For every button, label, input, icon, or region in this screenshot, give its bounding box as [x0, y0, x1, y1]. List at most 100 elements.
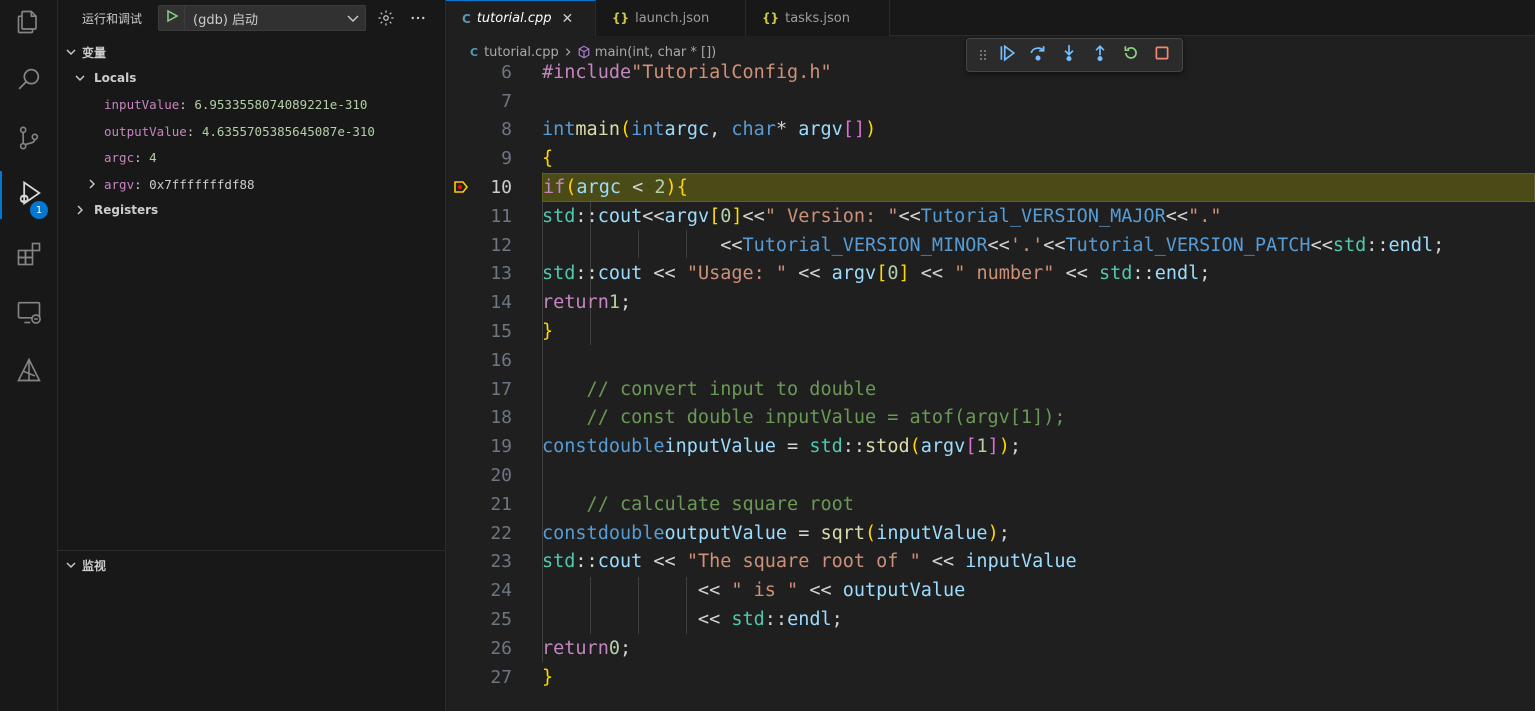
- activity-cmake[interactable]: [0, 348, 58, 396]
- variable-name: inputValue: [104, 96, 180, 112]
- activity-extensions[interactable]: [0, 232, 58, 280]
- line-number[interactable]: 11: [446, 206, 512, 227]
- line-number[interactable]: 8: [446, 119, 512, 140]
- code-line[interactable]: 24 << " is " << outputValue: [446, 576, 1535, 605]
- continue-button[interactable]: [991, 42, 1022, 68]
- line-number[interactable]: 16: [446, 350, 512, 371]
- line-number[interactable]: 9: [446, 148, 512, 169]
- restart-button[interactable]: [1115, 42, 1146, 68]
- tab-launch-json[interactable]: {} launch.json: [596, 0, 746, 36]
- code-line[interactable]: 26 return 0;: [446, 634, 1535, 663]
- gear-icon[interactable]: [376, 8, 396, 28]
- variable-value: 6.9533558074089221e-310: [194, 96, 368, 112]
- code-line[interactable]: 9{: [446, 144, 1535, 173]
- code-line[interactable]: 8 int main(int argc, char * argv[]): [446, 116, 1535, 145]
- step-over-icon: [1029, 44, 1047, 66]
- breakpoint-current-icon[interactable]: [453, 179, 469, 195]
- line-number[interactable]: 15: [446, 321, 512, 342]
- line-number[interactable]: 22: [446, 523, 512, 544]
- code-line[interactable]: 14 return 1;: [446, 288, 1535, 317]
- activity-bar: 1: [0, 0, 58, 711]
- json-file-icon: {}: [612, 11, 630, 25]
- code-line[interactable]: 18 // const double inputValue = atof(arg…: [446, 404, 1535, 433]
- line-number[interactable]: 17: [446, 379, 512, 400]
- activity-source-control[interactable]: [0, 116, 58, 164]
- stop-button[interactable]: [1146, 42, 1177, 68]
- code-line[interactable]: 19 const double inputValue = std:: stod(a…: [446, 432, 1535, 461]
- variable-value: 0x7fffffffdf88: [149, 176, 255, 192]
- variable-row[interactable]: argc: 4: [58, 144, 446, 170]
- line-number[interactable]: 27: [446, 667, 512, 688]
- step-into-icon: [1060, 44, 1078, 66]
- line-number[interactable]: 6: [446, 62, 512, 83]
- locals-scope[interactable]: Locals: [58, 65, 446, 91]
- chevron-down-icon: [60, 559, 82, 571]
- variables-section-header[interactable]: 变量: [58, 41, 446, 63]
- code-text: }: [542, 321, 554, 343]
- line-number[interactable]: 14: [446, 292, 512, 313]
- close-icon[interactable]: ✕: [562, 11, 574, 27]
- code-line[interactable]: 7: [446, 87, 1535, 116]
- debug-config-select[interactable]: (gdb) 启动: [158, 5, 366, 31]
- variable-row[interactable]: outputValue: 4.6355705385645087e-310: [58, 118, 446, 144]
- editor-area: C tutorial.cpp ✕ {} launch.json {} tasks…: [446, 0, 1535, 711]
- code-line[interactable]: 23 std:: cout << "The square root of " <<…: [446, 548, 1535, 577]
- cpp-file-icon: C: [470, 45, 479, 59]
- continue-icon: [998, 44, 1016, 66]
- step-out-icon: [1091, 44, 1109, 66]
- registers-scope[interactable]: Registers: [58, 197, 446, 223]
- line-number[interactable]: 20: [446, 465, 512, 486]
- code-line[interactable]: 15 }: [446, 317, 1535, 346]
- step-out-button[interactable]: [1084, 42, 1115, 68]
- code-text: return 0;: [542, 637, 632, 659]
- variable-row[interactable]: argv: 0x7fffffffdf88: [58, 171, 446, 197]
- activity-run-debug[interactable]: 1: [0, 171, 58, 219]
- line-number[interactable]: 25: [446, 609, 512, 630]
- code-text: << " is " << outputValue: [542, 580, 966, 602]
- code-line[interactable]: 11 std:: cout << argv[0] << " Version: " << Tut…: [446, 202, 1535, 231]
- line-number[interactable]: 23: [446, 551, 512, 572]
- activity-remote-explorer[interactable]: [0, 290, 58, 338]
- chevron-down-icon: [60, 46, 82, 58]
- chevron-right-icon: [72, 204, 88, 216]
- code-line[interactable]: 21 // calculate square root: [446, 490, 1535, 519]
- step-over-button[interactable]: [1022, 42, 1053, 68]
- locals-label: Locals: [94, 71, 137, 85]
- start-debug-button[interactable]: [159, 6, 185, 30]
- code-line[interactable]: 16: [446, 346, 1535, 375]
- code-line[interactable]: 27}: [446, 663, 1535, 692]
- line-number[interactable]: 24: [446, 580, 512, 601]
- tab-tasks-json[interactable]: {} tasks.json: [746, 0, 890, 36]
- variable-row[interactable]: inputValue: 6.9533558074089221e-310: [58, 91, 446, 117]
- line-number[interactable]: 26: [446, 638, 512, 659]
- line-number[interactable]: 7: [446, 91, 512, 112]
- code-line[interactable]: 22 const double outputValue = sqrt(input…: [446, 519, 1535, 548]
- variable-name: outputValue: [104, 123, 187, 139]
- tab-tutorial-cpp[interactable]: C tutorial.cpp ✕: [446, 0, 596, 36]
- code-editor[interactable]: 6 #include "TutorialConfig.h" 7 8 int main(i…: [446, 58, 1535, 711]
- drag-handle-icon[interactable]: [975, 42, 991, 68]
- step-into-button[interactable]: [1053, 42, 1084, 68]
- line-number[interactable]: 18: [446, 407, 512, 428]
- code-text: const double outputValue = sqrt(inputVal…: [542, 522, 1010, 544]
- activity-search[interactable]: [0, 57, 58, 105]
- sidebar-title: 运行和调试: [82, 12, 143, 26]
- code-line[interactable]: 12 << Tutorial_VERSION_MINOR << '.' << Tutori…: [446, 231, 1535, 260]
- code-line[interactable]: 20: [446, 461, 1535, 490]
- watch-section-header[interactable]: 监视: [58, 554, 446, 576]
- line-number[interactable]: 21: [446, 494, 512, 515]
- debug-badge: 1: [30, 201, 48, 219]
- code-line[interactable]: 13 std:: cout << "Usage: " << argv[0] << …: [446, 260, 1535, 289]
- code-line[interactable]: 25 << std:: endl;: [446, 605, 1535, 634]
- line-number[interactable]: 19: [446, 436, 512, 457]
- more-actions-icon[interactable]: [408, 8, 428, 28]
- chevron-down-icon: [341, 11, 365, 25]
- cpp-file-icon: C: [462, 11, 471, 26]
- code-line[interactable]: 10 if (argc < 2) {: [446, 173, 1535, 202]
- code-line[interactable]: 17 // convert input to double: [446, 375, 1535, 404]
- activity-explorer[interactable]: [0, 0, 58, 48]
- line-number[interactable]: 13: [446, 263, 512, 284]
- line-number[interactable]: 12: [446, 235, 512, 256]
- remote-explorer-icon: [15, 298, 43, 330]
- chevron-right-icon: [84, 178, 100, 190]
